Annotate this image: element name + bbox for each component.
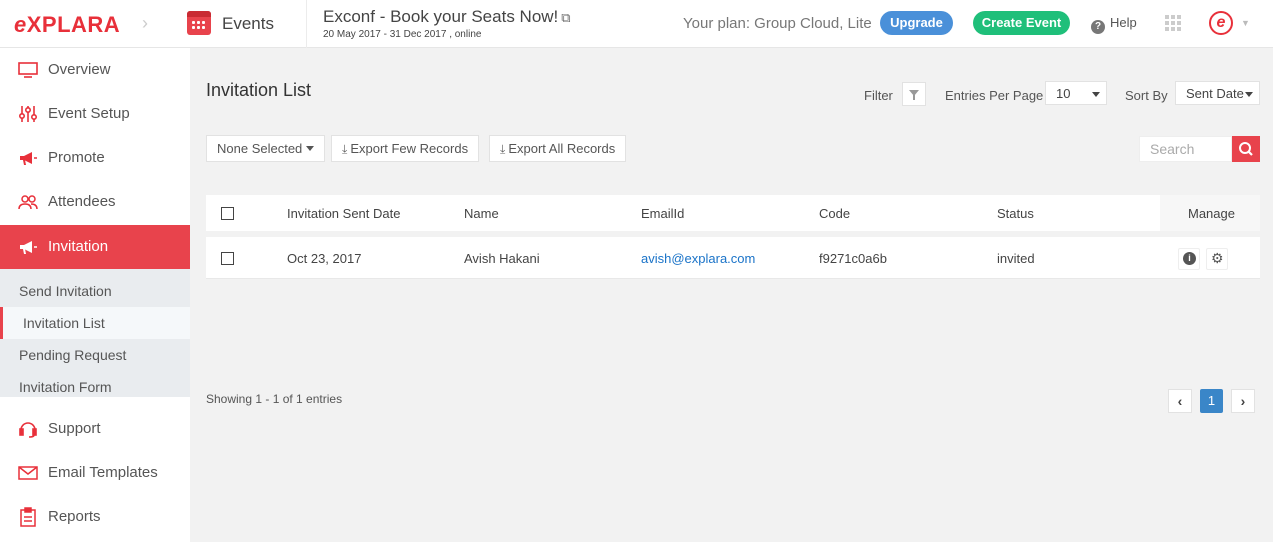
clipboard-icon — [18, 507, 38, 527]
apps-grid-icon[interactable] — [1165, 15, 1181, 31]
caret-down-icon — [306, 146, 315, 151]
info-icon: i — [1183, 252, 1196, 265]
external-link-icon[interactable]: ⧉ — [561, 10, 570, 25]
entries-per-page-select[interactable]: 10 — [1045, 81, 1107, 105]
page-number-button[interactable]: 1 — [1200, 389, 1223, 413]
prev-page-button[interactable]: ‹ — [1168, 389, 1192, 413]
sort-by-select[interactable]: Sent Date — [1175, 81, 1260, 105]
section-title[interactable]: Events — [222, 14, 274, 34]
name-cell: Avish Hakani — [464, 251, 540, 266]
export-all-records-button[interactable]: ⤓ Export All Records — [489, 135, 627, 162]
explara-logo[interactable]: eXPLARA — [14, 12, 120, 38]
caret-down-icon — [1245, 92, 1253, 97]
submenu-item-send-invitation[interactable]: Send Invitation — [0, 275, 190, 307]
sent-date-cell: Oct 23, 2017 — [287, 251, 362, 266]
download-icon: ⤓ — [500, 142, 506, 156]
sidebar: Overview Event Setup Promote Attendees I… — [0, 48, 190, 542]
none-selected-dropdown[interactable]: None Selected — [206, 135, 326, 162]
top-bar: eXPLARA › Events Exconf - Book your Seat… — [0, 0, 1273, 48]
submenu-item-pending-request[interactable]: Pending Request — [0, 339, 190, 371]
sidebar-item-email-templates[interactable]: Email Templates — [0, 451, 190, 495]
sidebar-item-promote[interactable]: Promote — [0, 136, 190, 180]
megaphone-icon — [18, 148, 38, 168]
column-header[interactable]: Invitation Sent Date — [287, 206, 400, 221]
search-button[interactable] — [1232, 136, 1260, 162]
next-page-button[interactable]: › — [1231, 389, 1255, 413]
submenu-item-invitation-list[interactable]: Invitation List — [0, 307, 190, 339]
select-all-checkbox[interactable] — [221, 207, 234, 220]
column-header[interactable]: Name — [464, 206, 499, 221]
chevron-right-icon: › — [142, 13, 148, 33]
question-icon: ? — [1091, 20, 1105, 34]
download-icon: ⤓ — [342, 142, 348, 156]
sliders-icon — [18, 104, 38, 124]
caret-down-icon[interactable]: ▼ — [1241, 18, 1250, 28]
invitation-submenu: Send Invitation Invitation List Pending … — [0, 269, 190, 397]
megaphone-icon — [18, 237, 38, 257]
search-icon — [1239, 142, 1253, 156]
entries-per-page-label: Entries Per Page — [945, 88, 1044, 103]
filter-label: Filter — [864, 88, 893, 103]
event-title[interactable]: Exconf - Book your Seats Now! ⧉ — [323, 7, 571, 27]
avatar[interactable]: e — [1209, 11, 1233, 35]
upgrade-button[interactable]: Upgrade — [880, 11, 953, 35]
showing-entries-text: Showing 1 - 1 of 1 entries — [206, 392, 343, 406]
sidebar-item-overview[interactable]: Overview — [0, 48, 190, 92]
email-link[interactable]: avish@explara.com — [641, 251, 755, 266]
chevron-right-icon: › — [1240, 393, 1246, 409]
column-header[interactable]: Status — [997, 206, 1034, 221]
export-few-records-button[interactable]: ⤓ Export Few Records — [331, 135, 480, 162]
table-row: Oct 23, 2017 Avish Hakani avish@explara.… — [206, 237, 1260, 279]
help-link[interactable]: ? Help — [1091, 15, 1137, 34]
page-title: Invitation List — [206, 80, 312, 100]
sidebar-item-support[interactable]: Support — [0, 407, 190, 451]
column-header[interactable]: Code — [819, 206, 850, 221]
sidebar-item-invitation[interactable]: Invitation — [0, 225, 190, 269]
search-input[interactable] — [1139, 136, 1232, 162]
status-cell: invited — [997, 251, 1035, 266]
row-checkbox[interactable] — [221, 252, 234, 265]
column-header[interactable]: EmailId — [641, 206, 684, 221]
calendar-icon — [187, 11, 211, 35]
users-icon — [18, 192, 38, 212]
sort-by-label: Sort By — [1125, 88, 1168, 103]
submenu-item-invitation-form[interactable]: Invitation Form — [0, 371, 190, 403]
sidebar-item-event-setup[interactable]: Event Setup — [0, 92, 190, 136]
manage-column-header: Manage — [1160, 195, 1260, 231]
plan-text: Your plan: Group Cloud, Lite — [683, 15, 872, 32]
divider — [306, 0, 307, 48]
event-date: 20 May 2017 - 31 Dec 2017 , online — [323, 29, 482, 40]
filter-icon[interactable] — [902, 82, 926, 106]
table-header: Invitation Sent Date Name EmailId Code S… — [206, 195, 1260, 231]
monitor-icon — [18, 60, 38, 80]
headset-icon — [18, 419, 38, 439]
code-cell: f9271c0a6b — [819, 251, 887, 266]
sidebar-item-reports[interactable]: Reports — [0, 495, 190, 539]
sidebar-item-attendees[interactable]: Attendees — [0, 180, 190, 224]
envelope-icon — [18, 463, 38, 483]
gear-icon: ⚙ — [1211, 250, 1224, 266]
create-event-button[interactable]: Create Event — [973, 11, 1070, 35]
chevron-left-icon: ‹ — [1177, 393, 1183, 409]
caret-down-icon — [1092, 92, 1100, 97]
